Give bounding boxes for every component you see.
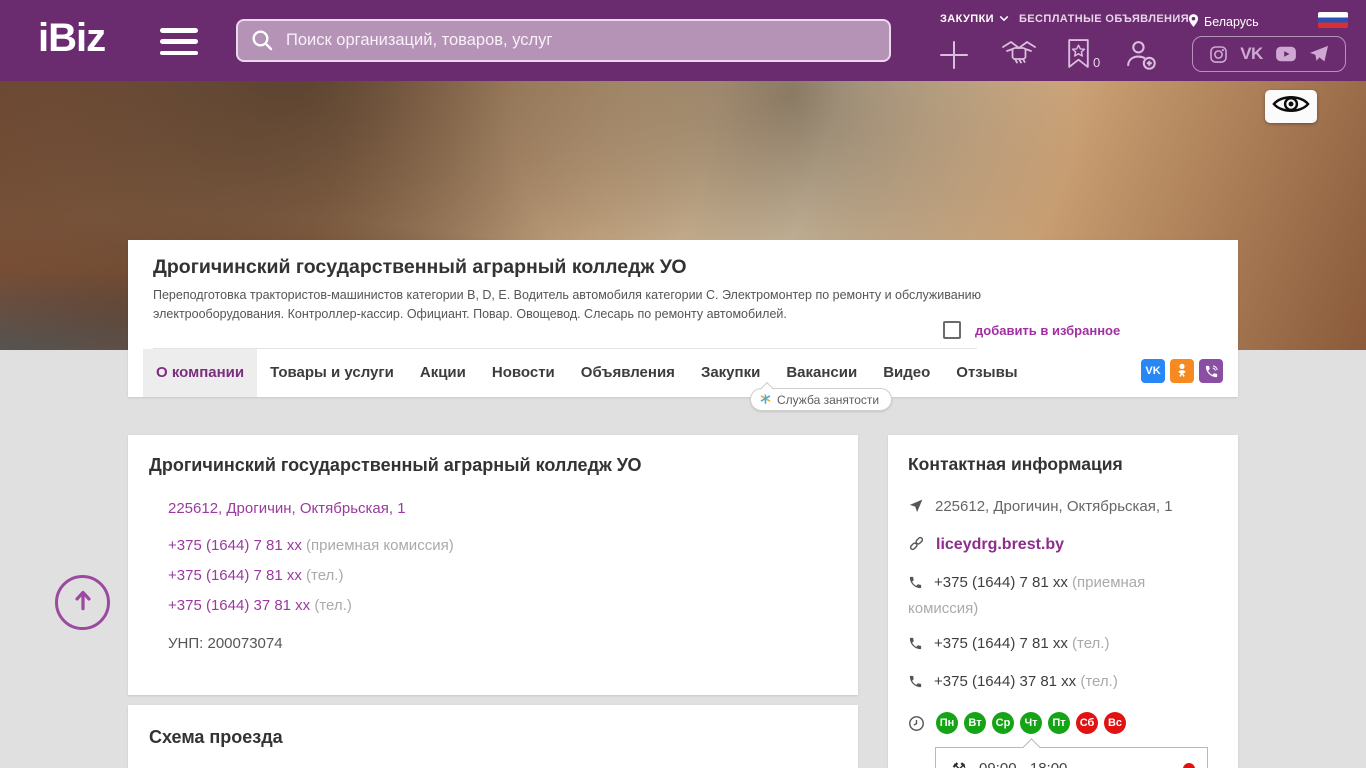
arrow-up-icon [70,587,96,618]
language-flag-russia[interactable] [1318,12,1348,28]
info-card-title: Дрогичинский государственный аграрный ко… [149,455,642,475]
accessibility-eye-button[interactable] [1265,90,1317,123]
day-friday[interactable]: Пт [1048,712,1070,734]
closed-now-indicator [1183,762,1195,768]
phone-line: +375 (1644) 37 81 xx (тел.) [168,597,837,614]
location-pin-icon [1188,13,1199,31]
contact-phone-row: +375 (1644) 7 81 xx (приемная комиссия) [908,574,1146,617]
unp-number: УНП: 200073074 [168,635,283,652]
company-description: Переподготовка трактористов-машинистов к… [153,288,981,321]
map-card: Схема проезда [128,705,858,768]
instagram-icon[interactable] [1209,45,1228,64]
nav-free-ads[interactable]: БЕСПЛАТНЫЕ ОБЪЯВЛЕНИЯ [1019,13,1189,25]
working-days-row: Пн Вт Ср Чт Пт Сб Вс [908,712,1218,734]
bookmark-star-icon[interactable] [1066,38,1091,69]
day-tuesday[interactable]: Вт [964,712,986,734]
phone-line: +375 (1644) 7 81 xx (тел.) [168,567,837,584]
schedule-hours-row: ⚒ 09:00 - 18:00 [948,759,1195,768]
scroll-to-top-button[interactable] [55,575,110,630]
contact-phone-row: +375 (1644) 37 81 xx (тел.) [908,670,1218,696]
header-social-links: VK [1192,36,1346,72]
phone-line: +375 (1644) 7 81 xx (приемная комиссия) [168,537,837,554]
company-info-card: Дрогичинский государственный аграрный ко… [128,435,858,695]
contact-website-row: liceydrg.brest.by [908,533,1218,559]
contact-info-card: Контактная информация 225612, Дрогичин, … [888,435,1238,768]
header: iBiz ЗАКУПКИ БЕСПЛАТНЫЕ ОБЪЯВЛЕНИЯ Белар… [0,0,1366,81]
address-link[interactable]: 225612, Дрогичин, Октябрьская, 1 [168,500,406,517]
region-selector[interactable]: Беларусь [1188,13,1259,31]
company-tabs: О компании Товары и услуги Акции Новости… [143,349,1031,397]
tab-products[interactable]: Товары и услуги [257,349,407,397]
tools-icon: ⚒ [948,759,970,768]
phone-number[interactable]: +375 (1644) 37 81 xx [168,597,310,614]
add-favorite-checkbox[interactable] [943,321,961,339]
search-icon [250,28,274,52]
tab-about[interactable]: О компании [143,349,258,397]
phone-number[interactable]: +375 (1644) 7 81 xx [168,567,302,584]
page: iBiz ЗАКУПКИ БЕСПЛАТНЫЕ ОБЪЯВЛЕНИЯ Белар… [0,0,1366,768]
eye-icon [1272,93,1310,120]
nav-procurement[interactable]: ЗАКУПКИ [940,13,1009,25]
schedule-hours: 09:00 - 18:00 [979,760,1067,768]
search-input[interactable] [236,19,891,62]
add-favorite-label[interactable]: добавить в избранное [975,323,1120,338]
telegram-icon[interactable] [1309,45,1329,63]
contact-address: 225612, Дрогичин, Октябрьская, 1 [935,498,1173,515]
chevron-down-icon [999,13,1009,25]
tab-ads[interactable]: Объявления [568,349,688,397]
map-card-title: Схема проезда [149,727,283,747]
contact-phone-number[interactable]: +375 (1644) 7 81 xx [934,635,1068,652]
contact-card-title: Контактная информация [908,454,1123,474]
viber-icon[interactable] [1199,359,1223,383]
contact-phone-number[interactable]: +375 (1644) 7 81 xx [934,574,1068,591]
youtube-icon[interactable] [1275,45,1297,63]
search-bar [236,19,891,62]
company-social-buttons: VK [1141,359,1223,383]
vk-icon[interactable]: VK [1141,359,1165,383]
employment-asterisk-icon [760,392,771,407]
odnoklassniki-icon[interactable] [1170,359,1194,383]
location-arrow-icon [908,498,924,521]
menu-hamburger-icon[interactable] [160,28,198,55]
phone-note: (тел.) [306,567,344,584]
tab-promos[interactable]: Акции [407,349,479,397]
contact-phone-row: +375 (1644) 7 81 xx (тел.) [908,632,1218,658]
favorites-count: 0 [1093,55,1101,70]
contact-phone-number[interactable]: +375 (1644) 37 81 xx [934,673,1076,690]
phone-note: (тел.) [314,597,352,614]
phone-icon [908,673,923,696]
vk-icon[interactable]: VK [1240,44,1263,64]
tab-news[interactable]: Новости [479,349,568,397]
plus-icon[interactable] [938,39,970,71]
tab-reviews[interactable]: Отзывы [943,349,1030,397]
handshake-icon[interactable] [999,38,1039,72]
phone-number[interactable]: +375 (1644) 7 81 xx [168,537,302,554]
day-saturday[interactable]: Сб [1076,712,1098,734]
phone-icon [908,574,923,597]
day-sunday[interactable]: Вс [1104,712,1126,734]
contact-address-row: 225612, Дрогичин, Октябрьская, 1 [908,495,1218,521]
phone-icon [908,635,923,658]
company-header-card: Дрогичинский государственный аграрный ко… [128,240,1238,397]
company-title: Дрогичинский государственный аграрный ко… [153,256,687,278]
phone-note: (приемная комиссия) [306,537,454,554]
website-link[interactable]: liceydrg.brest.by [936,536,1064,553]
link-icon [908,535,925,559]
employment-service-badge: Служба занятости [750,388,893,411]
clock-icon [908,715,925,732]
logo[interactable]: iBiz [38,16,106,61]
day-thursday[interactable]: Чт [1020,712,1042,734]
person-add-icon[interactable] [1124,38,1157,71]
day-wednesday[interactable]: Ср [992,712,1014,734]
day-monday[interactable]: Пн [936,712,958,734]
schedule-tooltip: ⚒ 09:00 - 18:00 ☕ без обеда [935,747,1208,768]
